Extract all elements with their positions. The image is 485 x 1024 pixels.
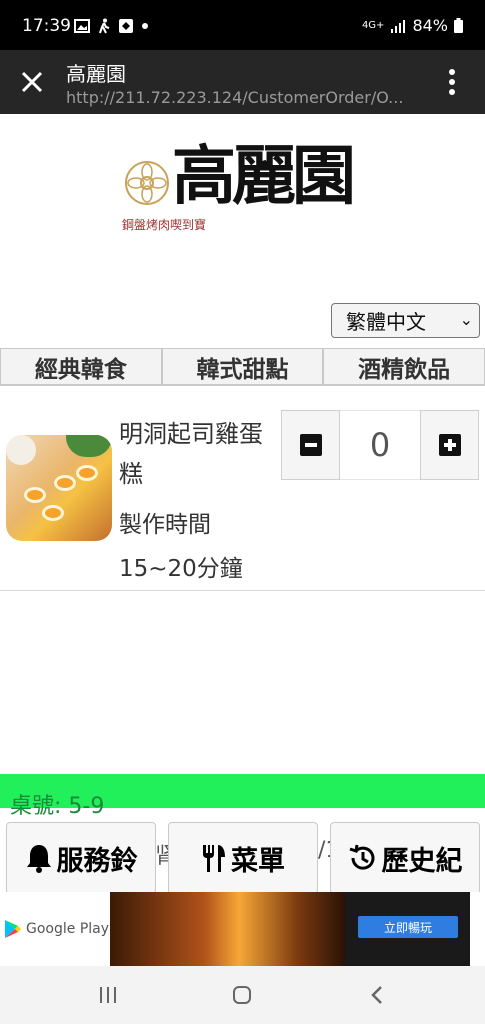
battery-icon bbox=[454, 18, 463, 33]
plus-icon bbox=[438, 434, 461, 456]
browser-toolbar: 高麗園 http://211.72.223.124/CustomerOrder/… bbox=[0, 50, 485, 114]
menu-button[interactable]: 菜單 bbox=[168, 822, 318, 894]
home-icon[interactable] bbox=[232, 985, 252, 1005]
quantity-value[interactable]: 0 bbox=[340, 410, 420, 480]
status-time: 17:39 bbox=[22, 16, 71, 36]
product-time: 15~20分鐘 bbox=[119, 556, 243, 582]
increment-button[interactable] bbox=[420, 410, 479, 480]
google-play-badge: Google Play bbox=[0, 892, 110, 966]
product-image bbox=[6, 435, 112, 541]
language-select-value: 繁體中文 bbox=[346, 310, 426, 334]
history-label: 歷史紀 bbox=[381, 845, 463, 877]
gallery-icon bbox=[74, 19, 90, 33]
language-select[interactable]: 繁體中文 ⌄ bbox=[331, 303, 480, 338]
ad-banner[interactable]: Google Play 立即暢玩 bbox=[0, 892, 485, 966]
system-nav-bar bbox=[0, 966, 485, 1024]
ad-image bbox=[110, 892, 345, 966]
logo-emblem-icon bbox=[125, 161, 169, 205]
signal-icon bbox=[391, 19, 406, 33]
service-bell-label: 服務鈴 bbox=[56, 845, 138, 877]
google-play-icon bbox=[5, 920, 21, 938]
history-button[interactable]: 歷史紀 bbox=[330, 822, 480, 894]
back-icon[interactable] bbox=[370, 985, 384, 1005]
tab-korean-desserts[interactable]: 韓式甜點 bbox=[161, 348, 324, 385]
category-tabs: 經典韓食 韓式甜點 酒精飲品 bbox=[0, 348, 485, 386]
recent-apps-icon[interactable] bbox=[98, 986, 118, 1004]
service-bell-button[interactable]: 服務鈴 bbox=[6, 822, 156, 894]
battery-percent: 84% bbox=[412, 16, 448, 35]
menu-label: 菜單 bbox=[231, 845, 285, 877]
dot-icon bbox=[142, 23, 148, 29]
table-number: 桌號: 5-9 bbox=[10, 794, 105, 819]
tab-alcoholic-drinks[interactable]: 酒精飲品 bbox=[323, 348, 485, 385]
product-name: 明洞起司雞蛋糕 bbox=[119, 420, 263, 488]
history-icon bbox=[349, 844, 374, 870]
walking-icon bbox=[99, 18, 110, 34]
status-bar: 17:39 4G+ 84% bbox=[0, 0, 485, 50]
product-time-label: 製作時間 bbox=[119, 512, 211, 538]
ad-cta-panel: 立即暢玩 bbox=[345, 892, 470, 966]
status-right: 4G+ 84% bbox=[362, 16, 463, 35]
decrement-button[interactable] bbox=[281, 410, 340, 480]
utensils-icon bbox=[203, 845, 225, 872]
tab-classic-korean[interactable]: 經典韓食 bbox=[0, 348, 162, 385]
minus-icon bbox=[299, 434, 322, 456]
network-type: 4G+ bbox=[361, 20, 385, 31]
more-vert-icon[interactable] bbox=[448, 68, 456, 96]
app-icon bbox=[119, 19, 133, 33]
logo-title: 高麗園 bbox=[172, 139, 356, 214]
bell-icon bbox=[26, 845, 51, 873]
table-bar: 桌號: 5-9 bbox=[0, 774, 485, 819]
page-title: 高麗園 bbox=[66, 62, 126, 86]
ad-brand: Google Play bbox=[26, 921, 110, 937]
ad-cta-button[interactable]: 立即暢玩 bbox=[358, 916, 458, 938]
chevron-down-icon: ⌄ bbox=[459, 310, 473, 329]
close-icon[interactable] bbox=[20, 70, 44, 94]
page-url[interactable]: http://211.72.223.124/CustomerOrder/O... bbox=[66, 88, 426, 107]
divider bbox=[0, 590, 485, 591]
quantity-stepper: 0 bbox=[281, 410, 479, 480]
logo-subtitle: 鋼盤烤肉喫到寶 bbox=[122, 218, 207, 232]
